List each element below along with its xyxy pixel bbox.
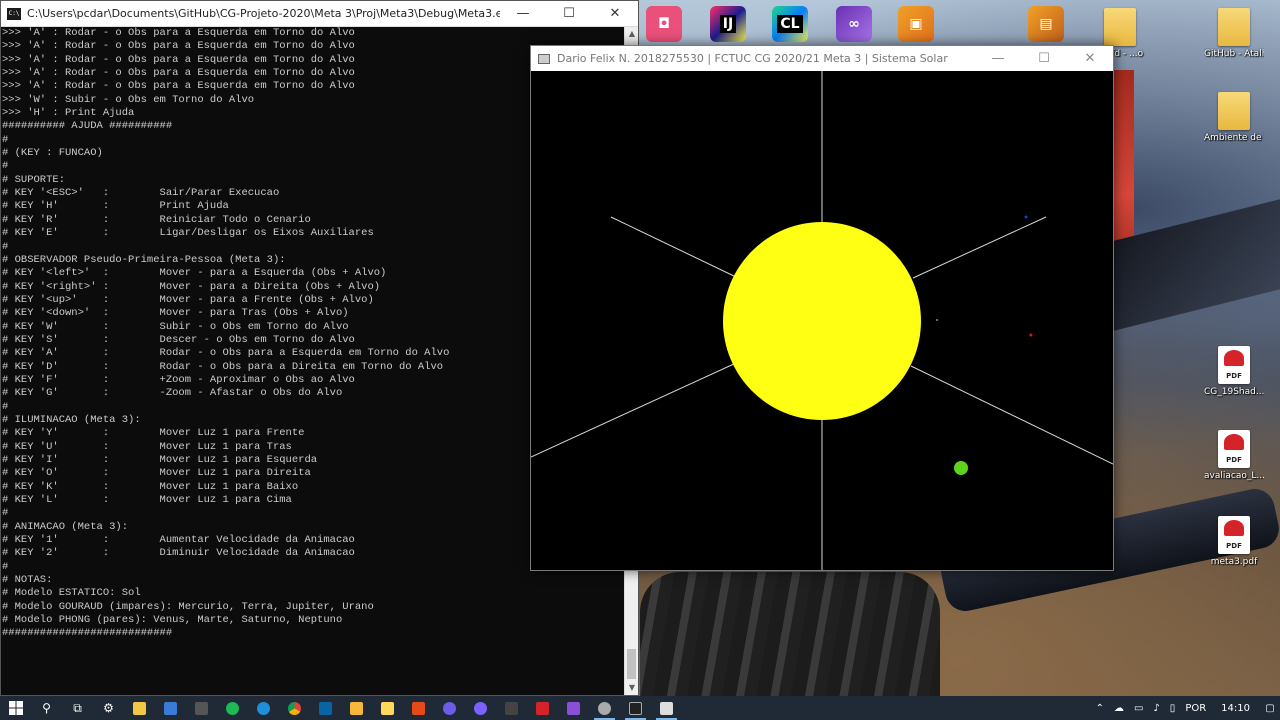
desktop-icon-label: avaliacao_L... [1204,471,1264,481]
network-icon[interactable]: ▭ [1129,703,1148,714]
desktop-icon-cg-pdf[interactable]: PDF CG_19Shad... [1204,346,1264,398]
console-title: C:\Users\pcdar\Documents\GitHub\CG-Proje… [27,7,500,20]
console-taskbar-icon[interactable] [620,696,651,720]
pink-app-icon[interactable]: ◘ [646,6,682,42]
solar-system-window[interactable]: Dario Felix N. 2018275530 | FCTUC CG 202… [530,45,1114,571]
scroll-thumb[interactable] [627,649,636,679]
close-button[interactable]: ✕ [592,1,638,27]
edge-icon[interactable] [248,696,279,720]
desktop-icon-label: Ambiente de Trabalho - ... [1204,133,1264,143]
planet-green [954,461,968,475]
pdf-icon: PDF [1218,516,1250,554]
clion-icon[interactable]: CL [772,6,808,42]
desktop-icon-ambiente[interactable]: Ambiente de Trabalho - ... [1204,92,1264,144]
folder-icon [1218,8,1250,46]
language-indicator[interactable]: POR [1180,703,1211,714]
desktop-icon-meta3-pdf[interactable]: PDF meta3.pdf [1204,516,1264,568]
wallpaper-tire [640,572,940,696]
planet-small [936,319,938,321]
gl-app-taskbar-icon[interactable] [589,696,620,720]
gl-window-title: Dario Felix N. 2018275530 | FCTUC CG 202… [557,52,948,65]
cmd-icon: C:\ [7,7,21,20]
explorer-icon[interactable] [124,696,155,720]
close-button[interactable]: ✕ [1067,46,1113,72]
task-view-icon[interactable]: ⧉ [62,696,93,720]
minimize-button[interactable]: — [975,46,1021,72]
settings-icon[interactable]: ⚙ [93,696,124,720]
pdf-icon: PDF [1218,346,1250,384]
gl-canvas[interactable] [531,71,1113,570]
scroll-up-icon[interactable]: ▲ [625,27,639,41]
wallpaper-bike-frame [1114,199,1280,331]
taskbar: ⚲ ⧉ ⚙ ⌃ ☁ ▭ ♪ ▯ POR 14:10 ▢ [0,696,1280,720]
package-icon[interactable]: ▣ [898,6,934,42]
mail-icon[interactable] [310,696,341,720]
console-line: >>> 'A' : Rodar - o Obs para a Esquerda … [2,27,355,39]
cloud-icon[interactable]: ☁ [1109,703,1129,714]
chat-icon[interactable] [434,696,465,720]
minimize-button[interactable]: — [500,1,546,27]
console-line: # Modelo ESTATICO: Sol [2,587,141,600]
window-app-icon [538,53,550,64]
maximize-button[interactable]: ☐ [1021,46,1067,72]
windows-icon [8,701,23,715]
scroll-down-icon[interactable]: ▼ [625,681,639,695]
folder-icon [1218,92,1250,130]
store-icon[interactable] [155,696,186,720]
desktop-icon-github[interactable]: GitHub - Atalho [1204,8,1264,60]
visual-studio-taskbar-icon[interactable] [558,696,589,720]
winrar-icon[interactable]: ▤ [1028,6,1064,42]
search-icon[interactable]: ⚲ [31,696,62,720]
sun [723,222,921,420]
system-tray: ⌃ ☁ ▭ ♪ ▯ POR 14:10 ▢ [1091,696,1280,720]
planet-red [1029,333,1033,337]
clion-icon-label: CL [777,15,803,33]
intellij-icon-label: IJ [719,15,737,33]
intellij-icon[interactable]: IJ [710,6,746,42]
start-button[interactable] [0,696,31,720]
console-line: # Modelo GOURAUD (impares): Mercurio, Te… [2,600,374,613]
chrome-icon[interactable] [279,696,310,720]
tray-expand-icon[interactable]: ⌃ [1091,703,1109,714]
planet-blue [1024,215,1028,219]
notifications-icon[interactable]: ▢ [1260,696,1280,720]
folder-icon [1104,8,1136,46]
office-icon[interactable] [403,696,434,720]
desktop-icon-label: GitHub - Atalho [1204,49,1264,59]
console-titlebar[interactable]: C:\ C:\Users\pcdar\Documents\GitHub\CG-P… [1,1,638,27]
pdf-reader-icon[interactable] [527,696,558,720]
window-taskbar-icon[interactable] [651,696,682,720]
files-icon[interactable] [341,696,372,720]
volume-icon[interactable]: ♪ [1148,703,1164,714]
battery-icon[interactable]: ▯ [1165,703,1181,714]
gl-titlebar[interactable]: Dario Felix N. 2018275530 | FCTUC CG 202… [531,46,1113,71]
taskbar-clock[interactable]: 14:10 [1211,703,1260,714]
desktop-icon-avaliacao-pdf[interactable]: PDF avaliacao_L... [1204,430,1264,482]
terminal-icon[interactable] [496,696,527,720]
maximize-button[interactable]: ☐ [546,1,592,27]
console-line: # NOTAS: [2,574,53,587]
calculator-icon[interactable] [186,696,217,720]
console-line: # Modelo PHONG (pares): Venus, Marte, Sa… [2,614,343,627]
messenger-icon[interactable] [465,696,496,720]
desktop-icon-label: meta3.pdf [1210,557,1258,567]
notes-icon[interactable] [372,696,403,720]
visual-studio-icon[interactable]: ∞ [836,6,872,42]
pdf-icon: PDF [1218,430,1250,468]
console-line: ########################### [2,627,173,640]
spotify-icon[interactable] [217,696,248,720]
desktop-icon-label: CG_19Shad... [1204,387,1264,397]
